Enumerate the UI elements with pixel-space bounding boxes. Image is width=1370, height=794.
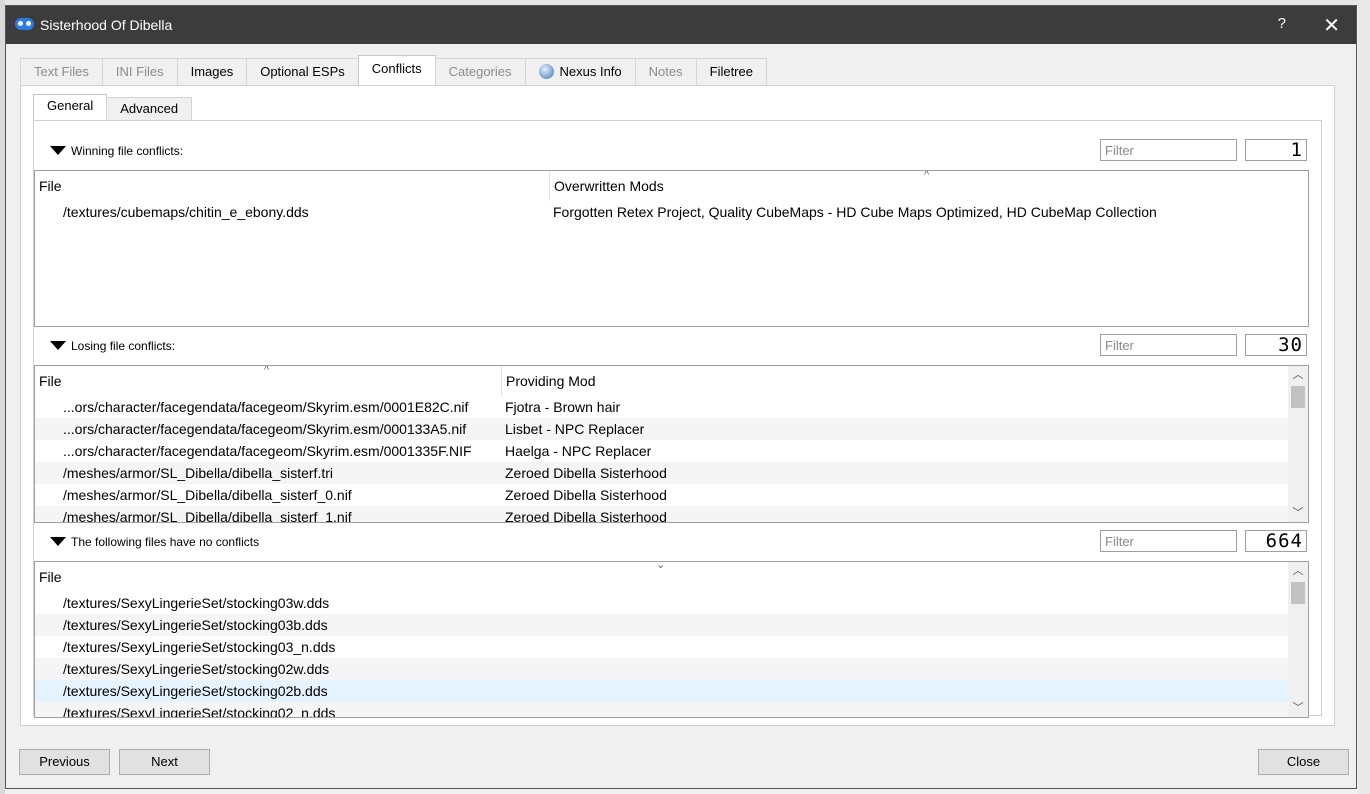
file-cell: /textures/SexyLingerieSet/stocking02w.dd… bbox=[63, 661, 330, 677]
globe-icon bbox=[538, 64, 554, 79]
winning-conflicts-heading: Winning file conflicts: bbox=[71, 144, 184, 158]
mods-cell: Forgotten Retex Project, Quality CubeMap… bbox=[553, 204, 1157, 220]
no-conflicts-list[interactable]: File ⌄ /textures/SexyLingerieSet/stockin… bbox=[34, 561, 1309, 718]
conflicts-panel: General Advanced Winning file conflicts:… bbox=[20, 85, 1335, 726]
table-row[interactable]: /textures/SexyLingerieSet/stocking02_n.d… bbox=[35, 702, 1288, 718]
table-row[interactable]: /textures/SexyLingerieSet/stocking03_n.d… bbox=[35, 636, 1288, 658]
losing-filter-input[interactable] bbox=[1100, 334, 1237, 356]
no-conflicts-filter-input[interactable] bbox=[1100, 530, 1237, 552]
collapse-triangle-icon bbox=[50, 537, 66, 546]
column-header-file[interactable]: File bbox=[35, 171, 549, 201]
scroll-up-icon[interactable]: ︿ bbox=[1288, 366, 1308, 384]
tab-label: INI Files bbox=[115, 64, 164, 79]
tab-advanced[interactable]: Advanced bbox=[106, 97, 193, 120]
providing-mod-cell: Zeroed Dibella Sisterhood bbox=[505, 465, 667, 481]
tab-categories[interactable]: Categories bbox=[434, 58, 526, 85]
file-cell: /textures/SexyLingerieSet/stocking03b.dd… bbox=[63, 617, 328, 633]
collapse-triangle-icon bbox=[50, 146, 66, 155]
scrollbar-thumb[interactable] bbox=[1291, 582, 1305, 604]
background-right-edge bbox=[1358, 0, 1370, 794]
table-row[interactable]: /meshes/armor/SL_Dibella/dibella_sisterf… bbox=[35, 484, 1288, 506]
file-cell: /meshes/armor/SL_Dibella/dibella_sisterf… bbox=[63, 509, 352, 523]
table-row[interactable]: /textures/cubemaps/chitin_e_ebony.dds For… bbox=[35, 201, 1308, 223]
providing-mod-cell: Zeroed Dibella Sisterhood bbox=[505, 509, 667, 523]
tab-general[interactable]: General bbox=[33, 94, 108, 121]
table-row[interactable]: /textures/SexyLingerieSet/stocking02b.dd… bbox=[35, 680, 1288, 702]
no-conflicts-heading: The following files have no conflicts bbox=[71, 535, 260, 549]
no-conflicts-scrollbar[interactable]: ︿ ﹀ bbox=[1288, 562, 1308, 717]
title-bar: Sisterhood Of Dibella ? ✕ bbox=[6, 6, 1356, 44]
column-header-providing-mod[interactable]: Providing Mod bbox=[501, 366, 1288, 396]
tab-label: Nexus Info bbox=[559, 64, 622, 79]
losing-conflicts-toggle[interactable]: Losing file conflicts: bbox=[50, 339, 175, 353]
table-row[interactable]: /meshes/armor/SL_Dibella/dibella_sisterf… bbox=[35, 506, 1288, 523]
tab-text-files[interactable]: Text Files bbox=[20, 58, 103, 85]
tab-label: Images bbox=[190, 64, 234, 79]
help-button[interactable]: ? bbox=[1278, 15, 1286, 32]
file-cell: /textures/SexyLingerieSet/stocking03_n.d… bbox=[63, 639, 336, 655]
losing-scrollbar[interactable]: ︿ ﹀ bbox=[1288, 366, 1308, 522]
losing-conflicts-list[interactable]: File Providing Mod ^ ...ors/character/fa… bbox=[34, 365, 1309, 523]
previous-button[interactable]: Previous bbox=[19, 749, 110, 775]
app-icon bbox=[15, 18, 34, 30]
main-tab-bar: Text Files INI Files Images Optional ESPs Co… bbox=[20, 55, 767, 86]
tab-conflicts[interactable]: Conflicts bbox=[357, 55, 436, 85]
file-cell: /textures/SexyLingerieSet/stocking03w.dd… bbox=[63, 595, 330, 611]
file-cell: /meshes/armor/SL_Dibella/dibella_sisterf… bbox=[63, 465, 333, 481]
tab-label: Notes bbox=[648, 64, 683, 79]
tab-label: Filetree bbox=[709, 64, 753, 79]
tab-label: Categories bbox=[448, 64, 512, 79]
no-conflicts-count: 664 bbox=[1245, 530, 1307, 552]
table-row[interactable]: ...ors/character/facegendata/facegeom/Sk… bbox=[35, 440, 1288, 462]
tab-notes[interactable]: Notes bbox=[634, 58, 697, 85]
file-cell: /meshes/armor/SL_Dibella/dibella_sisterf… bbox=[63, 487, 352, 503]
next-button[interactable]: Next bbox=[119, 749, 210, 775]
no-conflicts-toggle[interactable]: The following files have no conflicts bbox=[50, 535, 259, 549]
tab-images[interactable]: Images bbox=[176, 58, 248, 85]
table-row[interactable]: /textures/SexyLingerieSet/stocking03b.dd… bbox=[35, 614, 1288, 636]
close-button[interactable]: Close bbox=[1258, 749, 1349, 775]
file-cell: ...ors/character/facegendata/facegeom/Sk… bbox=[63, 399, 469, 415]
scroll-down-icon[interactable]: ﹀ bbox=[1288, 699, 1308, 717]
table-row[interactable]: /textures/SexyLingerieSet/stocking02w.dd… bbox=[35, 658, 1288, 680]
table-row[interactable]: /textures/SexyLingerieSet/stocking03w.dd… bbox=[35, 592, 1288, 614]
winning-filter-input[interactable] bbox=[1100, 139, 1237, 161]
table-row[interactable]: /meshes/armor/SL_Dibella/dibella_sisterf… bbox=[35, 462, 1288, 484]
tab-label: Text Files bbox=[34, 64, 89, 79]
file-cell: /textures/cubemaps/chitin_e_ebony.dds bbox=[63, 204, 309, 220]
losing-conflicts-heading: Losing file conflicts: bbox=[71, 339, 176, 353]
tab-ini-files[interactable]: INI Files bbox=[101, 58, 178, 85]
tab-label: Conflicts bbox=[371, 61, 422, 76]
losing-count: 30 bbox=[1245, 334, 1307, 356]
scroll-up-icon[interactable]: ︿ bbox=[1288, 562, 1308, 580]
general-panel: Winning file conflicts: 1 File Overwritt… bbox=[33, 120, 1322, 718]
providing-mod-cell: Lisbet - NPC Replacer bbox=[505, 421, 645, 437]
scrollbar-thumb[interactable] bbox=[1291, 386, 1305, 408]
scroll-down-icon[interactable]: ﹀ bbox=[1288, 504, 1308, 522]
file-cell: /textures/SexyLingerieSet/stocking02b.dd… bbox=[63, 683, 328, 699]
collapse-triangle-icon bbox=[50, 341, 66, 350]
window-title: Sisterhood Of Dibella bbox=[40, 17, 173, 33]
winning-count: 1 bbox=[1245, 139, 1307, 161]
mod-info-dialog: Sisterhood Of Dibella ? ✕ Text Files INI … bbox=[5, 5, 1357, 789]
winning-conflicts-toggle[interactable]: Winning file conflicts: bbox=[50, 144, 183, 158]
providing-mod-cell: Fjotra - Brown hair bbox=[505, 399, 621, 415]
winning-conflicts-list[interactable]: File Overwritten Mods ^ /textures/cubema… bbox=[34, 170, 1309, 327]
sub-tab-bar: General Advanced bbox=[33, 94, 193, 121]
table-row[interactable]: ...ors/character/facegendata/facegeom/Sk… bbox=[35, 418, 1288, 440]
file-cell: ...ors/character/facegendata/facegeom/Sk… bbox=[63, 443, 472, 459]
close-icon[interactable]: ✕ bbox=[1323, 13, 1340, 38]
tab-nexus-info[interactable]: Nexus Info bbox=[524, 58, 636, 85]
sort-up-icon: ^ bbox=[924, 170, 930, 181]
providing-mod-cell: Zeroed Dibella Sisterhood bbox=[505, 487, 667, 503]
tab-filetree[interactable]: Filetree bbox=[695, 58, 767, 85]
sort-down-icon: ⌄ bbox=[656, 561, 666, 571]
tab-optional-esps[interactable]: Optional ESPs bbox=[246, 58, 359, 85]
table-row[interactable]: ...ors/character/facegendata/facegeom/Sk… bbox=[35, 396, 1288, 418]
file-cell: ...ors/character/facegendata/facegeom/Sk… bbox=[63, 421, 467, 437]
sort-up-icon: ^ bbox=[264, 365, 270, 376]
tab-label: Optional ESPs bbox=[260, 64, 345, 79]
file-cell: /textures/SexyLingerieSet/stocking02_n.d… bbox=[63, 705, 336, 718]
providing-mod-cell: Haelga - NPC Replacer bbox=[505, 443, 652, 459]
